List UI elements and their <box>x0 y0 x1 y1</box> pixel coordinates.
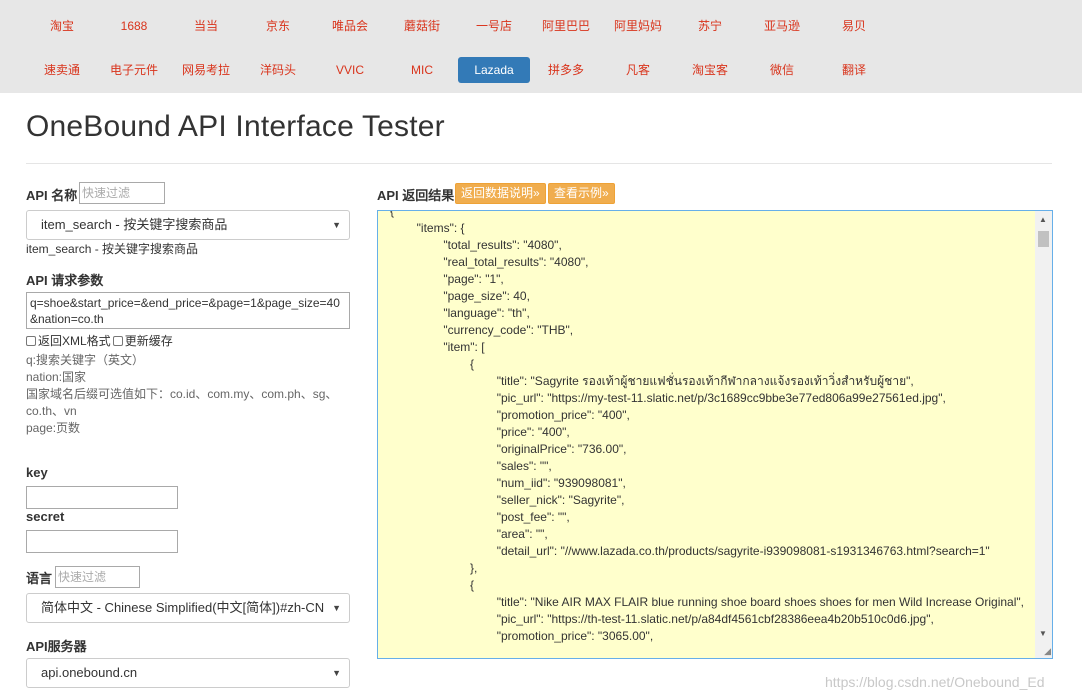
server-label: API服务器 <box>26 639 87 654</box>
result-json: { "items": { "total_results": "4080", "r… <box>378 210 1034 645</box>
json-line: "originalPrice": "736.00", <box>390 442 627 456</box>
json-line: "promotion_price": "3065.00", <box>390 629 654 643</box>
nav-item[interactable]: 蘑菇街 <box>386 13 458 39</box>
language-filter-input[interactable]: 快速过滤 <box>55 566 140 588</box>
json-line: "real_total_results": "4080", <box>390 255 589 269</box>
result-label: API 返回结果 <box>377 188 455 203</box>
nav-item[interactable]: 翻译 <box>818 57 890 83</box>
json-line: "detail_url": "//www.lazada.co.th/produc… <box>390 544 990 558</box>
nav-row-2: 速卖通 电子元件 网易考拉 洋码头 VVIC MIC Lazada 拼多多 凡客 淘宝客 微信 翻译 <box>26 57 890 83</box>
scroll-thumb[interactable] <box>1038 231 1049 247</box>
json-line: "price": "400", <box>390 425 570 439</box>
chevron-down-icon: ▼ <box>332 603 341 613</box>
nav-item[interactable]: Lazada <box>458 57 530 83</box>
nav-item[interactable]: 亚马逊 <box>746 13 818 39</box>
resize-grip-icon[interactable]: ◢ <box>1044 646 1051 657</box>
hint-line: nation:国家 <box>26 370 87 384</box>
nav-item[interactable]: MIC <box>386 57 458 83</box>
nav-item[interactable]: 易贝 <box>818 13 890 39</box>
options-row: 返回XML格式 更新缓存 <box>26 332 173 349</box>
nav-item[interactable]: 电子元件 <box>98 57 170 83</box>
nav-row-1: 淘宝 1688 当当 京东 唯品会 蘑菇街 一号店 阿里巴巴 阿里妈妈 苏宁 亚马逊 易贝 <box>26 13 890 39</box>
language-select[interactable]: 简体中文 - Chinese Simplified(中文[简体])#zh-CN … <box>26 593 350 623</box>
view-example-button[interactable]: 查看示例» <box>548 183 615 204</box>
json-line: "title": "Sagyrite รองเท้าผู้ชายแฟชั่นรอ… <box>390 374 914 388</box>
api-filter-input[interactable]: 快速过滤 <box>79 182 165 204</box>
secret-label: secret <box>26 509 65 524</box>
json-line: "total_results": "4080", <box>390 238 562 252</box>
params-label: API 请求参数 <box>26 273 104 288</box>
watermark: https://blog.csdn.net/Onebound_Ed <box>825 674 1045 690</box>
xml-checkbox[interactable] <box>26 335 36 346</box>
json-line: "promotion_price": "400", <box>390 408 630 422</box>
chevron-down-icon: ▼ <box>332 668 341 678</box>
params-hint: q:搜索关键字（英文） nation:国家 国家域名后缀可选值如下：co.id、… <box>26 352 346 437</box>
api-name-label: API 名称 <box>26 188 78 203</box>
xml-checkbox-label: 返回XML格式 <box>38 334 111 348</box>
language-label: 语言 <box>26 571 53 586</box>
hint-line: q:搜索关键字（英文） <box>26 353 145 367</box>
result-textarea[interactable]: { "items": { "total_results": "4080", "r… <box>377 210 1053 659</box>
json-line: "currency_code": "THB", <box>390 323 574 337</box>
api-select-caption: item_search - 按关键字搜索商品 <box>26 242 199 256</box>
json-line: "area": "", <box>390 527 548 541</box>
hint-line: page:页数 <box>26 421 81 435</box>
page-title: OneBound API Interface Tester <box>26 110 445 143</box>
language-select-value: 简体中文 - Chinese Simplified(中文[简体])#zh-CN <box>41 600 325 615</box>
top-navigation: 淘宝 1688 当当 京东 唯品会 蘑菇街 一号店 阿里巴巴 阿里妈妈 苏宁 亚马逊 易贝 速卖通 电子… <box>0 0 1082 93</box>
key-input[interactable] <box>26 486 178 509</box>
nav-item[interactable]: 淘宝 <box>26 13 98 39</box>
json-line: }, <box>390 561 478 575</box>
hint-line: 国家域名后缀可选值如下：co.id、com.my、com.ph、sg、co.th… <box>26 387 338 418</box>
json-line: "page_size": 40, <box>390 289 530 303</box>
title-divider <box>26 163 1052 164</box>
params-textarea[interactable]: q=shoe&start_price=&end_price=&page=1&pa… <box>26 292 350 329</box>
nav-item[interactable]: 洋码头 <box>242 57 314 83</box>
nav-item[interactable]: 当当 <box>170 13 242 39</box>
nav-item[interactable]: 阿里妈妈 <box>602 13 674 39</box>
server-select[interactable]: api.onebound.cn ▼ <box>26 658 350 688</box>
nav-item[interactable]: 淘宝客 <box>674 57 746 83</box>
cache-checkbox[interactable] <box>112 335 123 346</box>
json-line: "title": "Nike AIR MAX FLAIR blue runnin… <box>390 595 1024 609</box>
json-line: "pic_url": "https://th-test-11.slatic.ne… <box>390 612 934 626</box>
json-line: { <box>390 210 395 218</box>
nav-item[interactable]: 网易考拉 <box>170 57 242 83</box>
nav-item[interactable]: 凡客 <box>602 57 674 83</box>
key-label: key <box>26 465 48 480</box>
scroll-up-icon[interactable]: ▲ <box>1039 215 1047 224</box>
nav-item[interactable]: 苏宁 <box>674 13 746 39</box>
scroll-down-icon[interactable]: ▼ <box>1039 629 1047 638</box>
response-doc-button[interactable]: 返回数据说明» <box>455 183 546 204</box>
json-line: "item": [ <box>390 340 485 354</box>
chevron-down-icon: ▼ <box>332 220 341 230</box>
server-select-value: api.onebound.cn <box>41 665 138 680</box>
json-line: "pic_url": "https://my-test-11.slatic.ne… <box>390 391 946 405</box>
json-line: "language": "th", <box>390 306 530 320</box>
secret-input[interactable] <box>26 530 178 553</box>
json-line: "items": { <box>390 221 465 235</box>
result-scrollbar[interactable]: ▲ ▼ <box>1035 211 1052 658</box>
json-line: "page": "1", <box>390 272 504 286</box>
nav-item[interactable]: 唯品会 <box>314 13 386 39</box>
json-line: "seller_nick": "Sagyrite", <box>390 493 625 507</box>
nav-item[interactable]: 速卖通 <box>26 57 98 83</box>
nav-item[interactable]: VVIC <box>314 57 386 83</box>
nav-item[interactable]: 阿里巴巴 <box>530 13 602 39</box>
cache-checkbox-label: 更新缓存 <box>124 334 173 348</box>
nav-item[interactable]: 京东 <box>242 13 314 39</box>
nav-item[interactable]: 拼多多 <box>530 57 602 83</box>
nav-item[interactable]: 1688 <box>98 13 170 39</box>
nav-item[interactable]: 微信 <box>746 57 818 83</box>
json-line: "post_fee": "", <box>390 510 570 524</box>
json-line: { <box>390 357 475 371</box>
api-select[interactable]: item_search - 按关键字搜索商品 ▼ <box>26 210 350 240</box>
nav-item[interactable]: 一号店 <box>458 13 530 39</box>
json-line: "num_iid": "939098081", <box>390 476 626 490</box>
json-line: "sales": "", <box>390 459 552 473</box>
api-select-value: item_search - 按关键字搜索商品 <box>41 217 228 232</box>
json-line: { <box>390 578 475 592</box>
